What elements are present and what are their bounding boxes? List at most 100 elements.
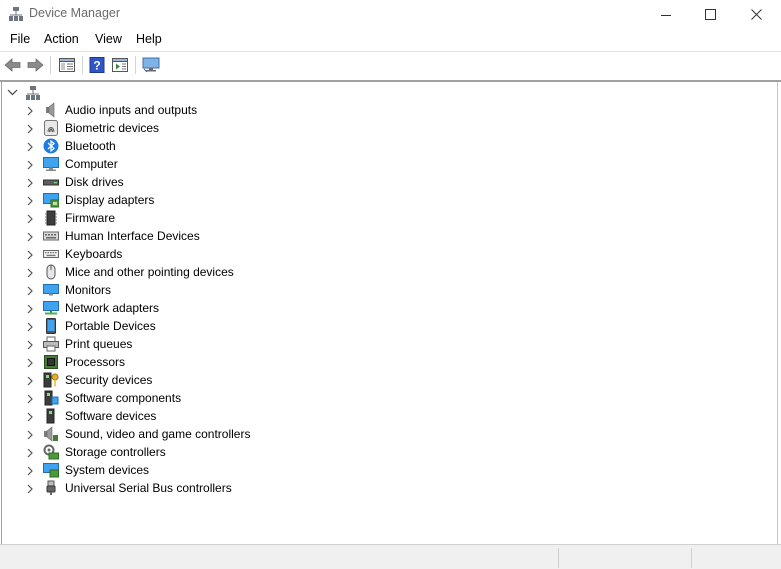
back-button[interactable] (3, 55, 23, 75)
chevron-right-icon[interactable] (26, 447, 34, 461)
help-icon: ? (89, 57, 105, 73)
tree-item-system-devices[interactable]: System devices (2, 461, 362, 479)
tree-item-human-interface-devices[interactable]: Human Interface Devices (2, 227, 362, 245)
disk-drive-icon (43, 174, 59, 190)
chevron-right-icon[interactable] (26, 483, 34, 497)
sound-icon (43, 426, 59, 442)
tree-item-label: Biometric devices (65, 121, 160, 135)
status-bar (0, 544, 781, 569)
mouse-icon (43, 264, 59, 280)
tree-item-disk-drives[interactable]: Disk drives (2, 173, 362, 191)
chevron-right-icon[interactable] (26, 123, 34, 137)
tree-item-biometric-devices[interactable]: Biometric devices (2, 119, 362, 137)
chevron-right-icon[interactable] (26, 159, 34, 173)
security-key-icon (43, 372, 59, 388)
tree-item-label: System devices (65, 463, 150, 477)
tree-item-processors[interactable]: Processors (2, 353, 362, 371)
tree-item-mice-and-other-pointing-devices[interactable]: Mice and other pointing devices (2, 263, 362, 281)
tree-item-universal-serial-bus-controllers[interactable]: Universal Serial Bus controllers (2, 479, 362, 497)
tree-item-label: Network adapters (65, 301, 160, 315)
chevron-right-icon[interactable] (26, 249, 34, 263)
chevron-right-icon[interactable] (26, 177, 34, 191)
tree-item-label: Bluetooth (65, 139, 116, 153)
chevron-right-icon[interactable] (26, 375, 34, 389)
help-button[interactable]: ? (87, 55, 107, 75)
tree-item-portable-devices[interactable]: Portable Devices (2, 317, 362, 335)
tree-item-print-queues[interactable]: Print queues (2, 335, 362, 353)
title-bar[interactable]: Device Manager (0, 0, 781, 29)
tree-item-sound-video-and-game-controllers[interactable]: Sound, video and game controllers (2, 425, 362, 443)
close-button[interactable] (733, 0, 779, 29)
bluetooth-icon (43, 138, 59, 154)
tree-item-firmware[interactable]: Firmware (2, 209, 362, 227)
chevron-right-icon[interactable] (26, 231, 34, 245)
chevron-right-icon[interactable] (26, 267, 34, 281)
chevron-right-icon[interactable] (26, 303, 34, 317)
chevron-right-icon[interactable] (26, 357, 34, 371)
maximize-button[interactable] (687, 0, 733, 29)
chevron-right-icon[interactable] (26, 213, 34, 227)
close-icon (750, 9, 762, 20)
speaker-icon (43, 102, 59, 118)
minimize-button[interactable] (643, 0, 689, 29)
chevron-right-icon[interactable] (26, 429, 34, 443)
chevron-right-icon[interactable] (26, 465, 34, 479)
tree-item-label: Disk drives (65, 175, 124, 189)
tree-item-label: Audio inputs and outputs (65, 103, 198, 117)
action-pane-button[interactable] (110, 55, 130, 75)
menu-action[interactable]: Action (44, 32, 79, 46)
tree-item-software-components[interactable]: Software components (2, 389, 362, 407)
toolbar-separator (82, 56, 83, 74)
tree-item-storage-controllers[interactable]: Storage controllers (2, 443, 362, 461)
storage-controller-icon (43, 444, 59, 460)
tree-item-display-adapters[interactable]: Display adapters (2, 191, 362, 209)
chevron-down-icon[interactable] (7, 87, 18, 101)
scan-hardware-button[interactable] (141, 55, 161, 75)
device-manager-app-icon (8, 6, 24, 22)
menu-view[interactable]: View (95, 32, 122, 46)
tree-item-monitors[interactable]: Monitors (2, 281, 362, 299)
tree-item-network-adapters[interactable]: Network adapters (2, 299, 362, 317)
chevron-right-icon[interactable] (26, 195, 34, 209)
tree-item-label: Software devices (65, 409, 157, 423)
chevron-right-icon[interactable] (26, 285, 34, 299)
device-tree[interactable]: Audio inputs and outputs Biometric devic… (1, 82, 778, 544)
software-component-icon (43, 390, 59, 406)
svg-text:?: ? (93, 59, 100, 73)
chevron-right-icon[interactable] (26, 411, 34, 425)
hid-icon (43, 228, 59, 244)
chevron-right-icon[interactable] (26, 321, 34, 335)
tree-item-label: Display adapters (65, 193, 155, 207)
display-adapter-icon (43, 192, 60, 208)
portable-device-icon (43, 318, 59, 334)
computer-icon (43, 156, 59, 172)
toolbar-separator (135, 56, 136, 74)
tree-item-audio-inputs-and-outputs[interactable]: Audio inputs and outputs (2, 101, 362, 119)
tree-root[interactable] (2, 84, 302, 102)
software-device-icon (43, 408, 59, 424)
tree-item-keyboards[interactable]: Keyboards (2, 245, 362, 263)
tree-item-label: Storage controllers (65, 445, 166, 459)
computer-network-icon (25, 85, 41, 101)
tree-item-computer[interactable]: Computer (2, 155, 362, 173)
monitor-icon (142, 57, 160, 73)
printer-icon (43, 336, 59, 352)
tree-item-label: Security devices (65, 373, 153, 387)
network-adapter-icon (43, 300, 59, 316)
chevron-right-icon[interactable] (26, 141, 34, 155)
chevron-right-icon[interactable] (26, 339, 34, 353)
chevron-right-icon[interactable] (26, 393, 34, 407)
tree-item-bluetooth[interactable]: Bluetooth (2, 137, 362, 155)
tree-item-label: Print queues (65, 337, 133, 351)
processor-icon (43, 354, 59, 370)
tree-item-label: Universal Serial Bus controllers (65, 481, 232, 495)
menu-file[interactable]: File (10, 32, 30, 46)
show-hide-console-tree-button[interactable] (57, 55, 77, 75)
menu-help[interactable]: Help (136, 32, 162, 46)
tree-item-software-devices[interactable]: Software devices (2, 407, 362, 425)
action-pane-icon (112, 58, 128, 72)
forward-button[interactable] (25, 55, 45, 75)
keyboard-icon (43, 246, 59, 262)
chevron-right-icon[interactable] (26, 105, 34, 119)
tree-item-security-devices[interactable]: Security devices (2, 371, 362, 389)
